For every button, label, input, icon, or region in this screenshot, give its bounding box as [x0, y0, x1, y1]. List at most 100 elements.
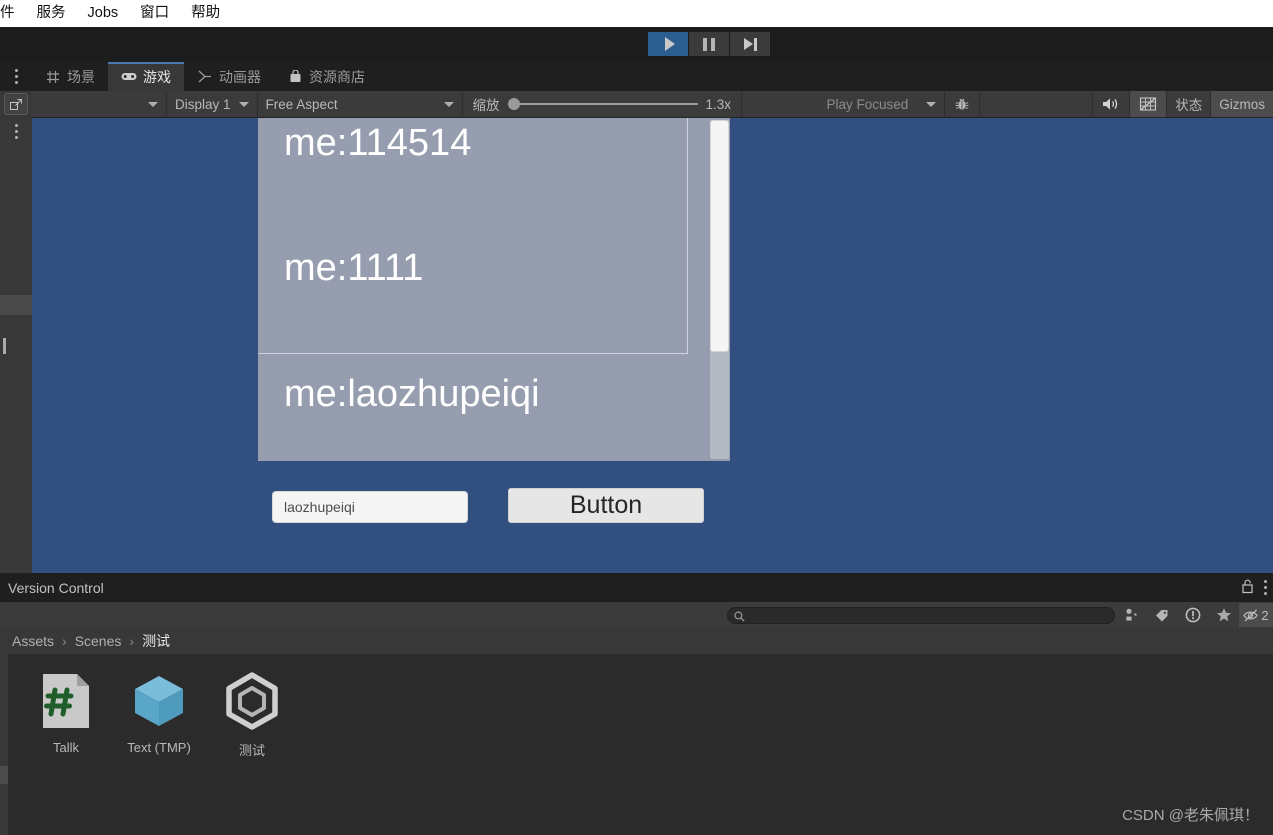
breadcrumb-separator: › [129, 633, 135, 649]
zoom-slider[interactable] [507, 97, 698, 111]
menu-item-help[interactable]: 帮助 [180, 0, 231, 27]
left-rail-panel [0, 62, 32, 573]
lock-icon[interactable] [1241, 579, 1254, 597]
chat-message: me:1111 [284, 247, 424, 289]
search-by-label-button[interactable] [1146, 603, 1177, 627]
mute-audio-button[interactable] [1093, 91, 1131, 117]
text-caret [3, 338, 6, 354]
asset-label: Text (TMP) [127, 740, 191, 755]
menu-item-services[interactable]: 服务 [26, 0, 77, 27]
breadcrumb-scenes[interactable]: Scenes [75, 633, 122, 649]
kebab-menu-icon[interactable] [14, 122, 18, 140]
gizmo-grid-icon [1140, 97, 1157, 111]
tab-game[interactable]: 游戏 [108, 62, 184, 91]
menu-item-window[interactable]: 窗口 [129, 0, 180, 27]
step-icon [743, 37, 757, 51]
menu-bar: 件 服务 Jobs 窗口 帮助 [0, 0, 1273, 27]
tab-animator-label: 动画器 [219, 68, 261, 85]
panel-resize-handle[interactable] [0, 766, 8, 784]
animator-icon [197, 70, 213, 84]
tab-animator[interactable]: 动画器 [184, 62, 274, 91]
version-control-bar: Version Control [0, 573, 1273, 602]
aspect-dropdown[interactable]: Free Aspect [258, 91, 463, 117]
aspect-menu-left[interactable] [32, 91, 167, 117]
grid-icon [45, 70, 61, 84]
game-view-toolbar: Display 1 Free Aspect 缩放 1.3x Play Focus… [32, 91, 1273, 118]
kebab-menu-icon[interactable] [14, 68, 18, 86]
chevron-down-icon [926, 101, 937, 107]
zoom-control: 缩放 1.3x [463, 91, 743, 117]
kebab-menu-icon[interactable] [1264, 579, 1267, 597]
tab-scene-label: 场景 [67, 68, 95, 85]
game-view[interactable]: me:114514 me:1111 me:laozhupeiqi laozhup… [32, 118, 1273, 573]
version-control-actions [1241, 579, 1273, 597]
play-mode-dropdown[interactable]: Play Focused [818, 91, 946, 117]
gizmos-button[interactable]: Gizmos [1211, 91, 1273, 117]
chat-scrollbar[interactable] [710, 120, 729, 459]
hidden-packages-button[interactable]: 2 [1239, 603, 1273, 627]
tab-asset-store-label: 资源商店 [309, 68, 365, 85]
breadcrumb: Assets › Scenes › 测试 [0, 628, 1273, 654]
stats-button[interactable]: 状态 [1167, 91, 1212, 117]
filter-warnings-icon [1185, 607, 1200, 623]
gizmo-grid-button[interactable] [1130, 91, 1168, 117]
step-button[interactable] [730, 32, 770, 56]
search-input[interactable] [727, 606, 1115, 625]
hidden-packages-count: 2 [1261, 607, 1269, 623]
play-icon [664, 37, 675, 51]
store-bag-icon [287, 70, 303, 84]
project-left-edge [0, 654, 8, 835]
aspect-dropdown-label: Free Aspect [265, 96, 338, 112]
chat-input-field[interactable]: laozhupeiqi [272, 491, 468, 523]
tab-game-label: 游戏 [143, 68, 171, 85]
chevron-down-icon [443, 101, 454, 107]
filter-by-label-icon [1155, 609, 1167, 621]
left-rail-selected-row[interactable] [0, 295, 32, 315]
zoom-label: 缩放 [472, 98, 500, 113]
breadcrumb-current[interactable]: 测试 [142, 631, 170, 651]
chat-message: me:114514 [284, 122, 472, 164]
left-rail-subheader [0, 117, 32, 145]
warnings-filter-button[interactable] [1177, 603, 1208, 627]
zoom-slider-track [507, 103, 698, 105]
tab-asset-store[interactable]: 资源商店 [274, 62, 378, 91]
asset-item-text-tmp[interactable]: Text (TMP) [119, 670, 199, 835]
version-control-title: Version Control [8, 579, 104, 596]
panel-tabstrip: 场景 游戏 动画器 资源商店 [32, 62, 1273, 91]
project-toolbar: 2 [0, 602, 1273, 628]
debug-bug-button[interactable] [945, 91, 981, 117]
asset-grid: Tallk Text (TMP) 测试 [0, 654, 1273, 835]
favorites-filter-button[interactable] [1208, 603, 1239, 627]
left-rail-toolbar [0, 91, 32, 117]
project-browser: 2 Assets › Scenes › 测试 Tallk Text (TMP) … [0, 602, 1273, 835]
asset-item-tallk[interactable]: Tallk [26, 670, 106, 835]
chat-message: me:laozhupeiqi [284, 373, 540, 415]
open-in-new-window-icon[interactable] [4, 93, 28, 115]
asset-label: Tallk [52, 740, 79, 755]
chat-scrollbar-thumb[interactable] [710, 120, 729, 352]
toolbar-gap [980, 91, 1094, 117]
unity-editor-window: 件 服务 Jobs 窗口 帮助 场景 游戏 动画器 资源商店 Display 1… [0, 0, 1273, 835]
breadcrumb-assets[interactable]: Assets [12, 633, 54, 649]
speaker-icon [1103, 98, 1118, 110]
tab-scene[interactable]: 场景 [32, 62, 108, 91]
play-mode-label: Play Focused [826, 96, 909, 112]
chat-input-value: laozhupeiqi [284, 499, 355, 515]
asset-item-scene[interactable]: 测试 [212, 670, 292, 835]
filter-by-type-icon [1125, 608, 1136, 621]
zoom-value: 1.3x [705, 96, 732, 112]
play-button[interactable] [648, 32, 688, 56]
gizmos-label: Gizmos [1219, 96, 1265, 112]
zoom-slider-knob[interactable] [507, 98, 520, 110]
bug-icon [955, 98, 969, 110]
search-icon [734, 610, 745, 625]
send-button[interactable]: Button [508, 488, 704, 523]
menu-item-jobs[interactable]: Jobs [77, 0, 130, 27]
menu-item-file[interactable]: 件 [0, 0, 26, 27]
pause-icon [701, 37, 717, 51]
filter-favorites-icon [1216, 608, 1231, 622]
search-by-type-button[interactable] [1115, 603, 1146, 627]
send-button-label: Button [569, 491, 643, 519]
display-dropdown[interactable]: Display 1 [167, 91, 258, 117]
pause-button[interactable] [689, 32, 729, 56]
